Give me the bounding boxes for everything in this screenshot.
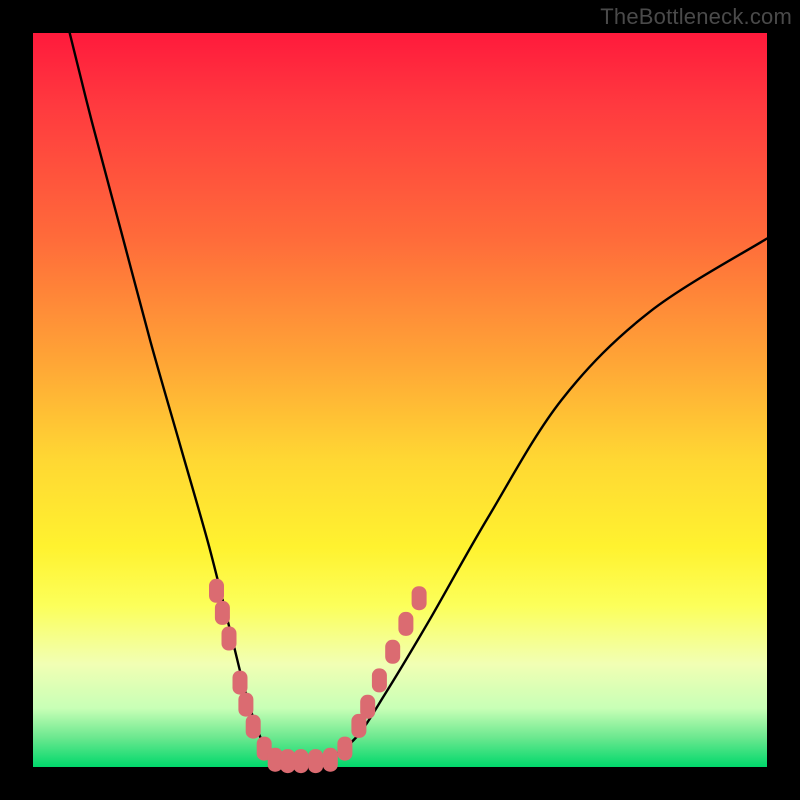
marker-dot (398, 612, 413, 636)
marker-dot (233, 671, 248, 695)
marker-dot (238, 693, 253, 717)
marker-dot (372, 668, 387, 692)
marker-dot (385, 640, 400, 664)
bottleneck-curve (70, 33, 767, 767)
marker-dot (308, 749, 323, 773)
marker-dot (360, 695, 375, 719)
watermark-text: TheBottleneck.com (600, 4, 792, 30)
marker-band (209, 579, 427, 773)
marker-dot (293, 749, 308, 773)
chart-svg (33, 33, 767, 767)
marker-dot (337, 737, 352, 761)
marker-dot (209, 579, 224, 603)
marker-dot (280, 749, 295, 773)
plot-area (33, 33, 767, 767)
marker-dot (323, 748, 338, 772)
marker-dot (222, 627, 237, 651)
marker-dot (412, 586, 427, 610)
marker-dot (246, 715, 261, 739)
chart-frame: TheBottleneck.com (0, 0, 800, 800)
marker-dot (215, 601, 230, 625)
